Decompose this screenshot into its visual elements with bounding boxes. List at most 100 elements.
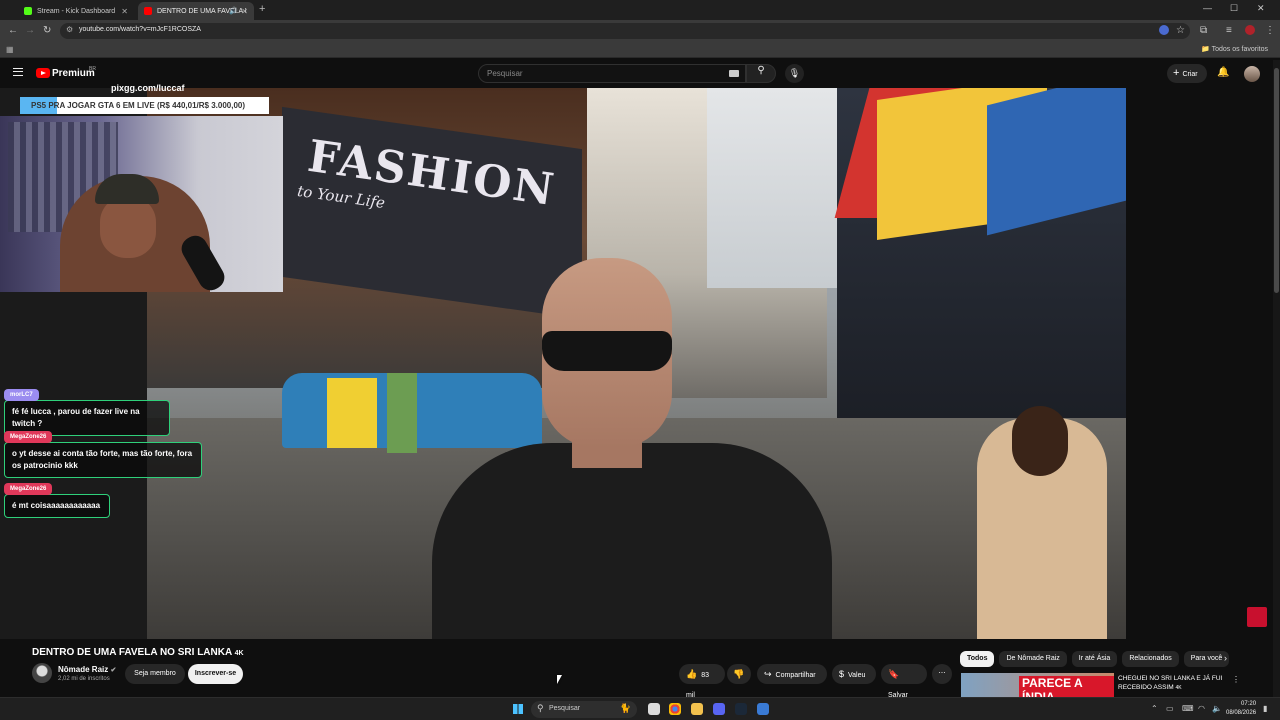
forward-icon[interactable]: →: [25, 25, 35, 36]
windows-start-icon[interactable]: [513, 704, 523, 714]
dislike-button[interactable]: 👎: [727, 664, 751, 684]
file-explorer-icon[interactable]: [691, 703, 703, 715]
recommended-thumbnail[interactable]: PARECE A ÍNDIA: [961, 673, 1114, 697]
page-scrollbar[interactable]: [1273, 60, 1280, 700]
close-tab-icon[interactable]: ✕: [121, 7, 128, 16]
speaker-icon[interactable]: 🔊: [229, 7, 238, 15]
subscribe-button[interactable]: Inscrever-se: [188, 664, 243, 684]
taskbar-search[interactable]: ⚲ Pesquisar 🐈: [531, 701, 637, 718]
chip-channel[interactable]: De Nômade Raiz: [999, 651, 1067, 667]
chrome-icon[interactable]: [669, 703, 681, 715]
create-label: Criar: [1182, 71, 1198, 78]
save-button[interactable]: 🔖Salvar: [881, 664, 927, 699]
chip-todos[interactable]: Todos: [960, 651, 995, 667]
account-avatar[interactable]: [1244, 66, 1260, 82]
browser-menu-icon[interactable]: ⋮: [1265, 25, 1275, 36]
menu-hamburger-icon[interactable]: [13, 68, 23, 76]
all-bookmarks-folder[interactable]: 📁 Todos os favoritos: [1201, 45, 1268, 53]
search-highlight-icon: 🐈: [619, 703, 631, 713]
green-clothes: [387, 373, 417, 453]
plus-icon: +: [1173, 67, 1180, 79]
system-clock[interactable]: 07:20 08/08/2026: [1226, 700, 1256, 718]
task-view-icon[interactable]: [648, 703, 660, 715]
bystander-head: [1012, 406, 1068, 476]
share-icon: ↪: [764, 669, 772, 679]
tab-title: Stream - Kick Dashboard: [37, 7, 116, 15]
more-vertical-icon[interactable]: ⋮: [1232, 675, 1240, 684]
search-input[interactable]: Pesquisar: [478, 64, 746, 83]
channel-avatar[interactable]: [32, 663, 52, 683]
discord-icon[interactable]: [713, 703, 725, 715]
more-actions-button[interactable]: ⋯: [932, 664, 952, 684]
wifi-icon[interactable]: ◠: [1198, 704, 1205, 713]
presenter-body: [432, 443, 832, 639]
site-info-icon[interactable]: ⚙: [66, 25, 73, 34]
network-icon[interactable]: ▭: [1166, 704, 1174, 713]
address-toolbar: ← → ↻ ⚙ youtube.com/watch?v=mJcF1RCOSZA …: [0, 20, 1280, 42]
search-placeholder: Pesquisar: [487, 69, 523, 78]
recommended-title-text: CHEGUEI NO SRI LANKA E JÁ FUI RECEBIDO A…: [1118, 675, 1223, 691]
bookmark-star-icon[interactable]: ☆: [1176, 25, 1185, 36]
media-control-icon[interactable]: ≡: [1226, 25, 1232, 36]
create-button[interactable]: + Criar: [1167, 64, 1207, 83]
tab-youtube-video[interactable]: DENTRO DE UMA FAVELA I 🔊 ✕: [138, 2, 254, 20]
youtube-header: Premium BR Pesquisar ⚲ 🎙 + Criar 🔔: [0, 58, 1280, 88]
donation-goal-text: PS5 PRA JOGAR GTA 6 EM LIVE (R$ 440,01/R…: [31, 101, 246, 110]
chip-asia[interactable]: Ir até Ásia: [1071, 651, 1118, 667]
new-tab-button[interactable]: +: [259, 3, 265, 15]
close-tab-icon[interactable]: ✕: [241, 7, 248, 16]
notifications-bell-icon[interactable]: 🔔: [1217, 67, 1229, 78]
mouse-cursor-icon: [557, 675, 562, 684]
chip-related[interactable]: Relacionados: [1122, 651, 1179, 667]
steam-icon[interactable]: [735, 703, 747, 715]
channel-name[interactable]: Nômade Raiz ✔: [58, 665, 116, 674]
chip-for-you[interactable]: Para você: [1183, 651, 1230, 667]
volume-icon[interactable]: 🔈: [1212, 704, 1222, 713]
keyboard-icon[interactable]: [729, 70, 739, 77]
reload-icon[interactable]: ↻: [43, 25, 51, 36]
apps-grid-icon[interactable]: ▦: [6, 45, 14, 54]
tab-kick-dashboard[interactable]: Stream - Kick Dashboard ✕: [18, 2, 134, 20]
recommended-title[interactable]: CHEGUEI NO SRI LANKA E JÁ FUI RECEBIDO A…: [1118, 674, 1228, 693]
extensions-icon[interactable]: ⧉: [1200, 25, 1207, 36]
thanks-icon: $: [839, 669, 845, 679]
chevron-right-icon[interactable]: ›: [1224, 653, 1227, 663]
language-icon[interactable]: ⌨: [1182, 704, 1194, 713]
minimize-icon[interactable]: —: [1203, 3, 1212, 13]
search-icon: ⚲: [757, 65, 765, 76]
join-button[interactable]: Seja membro: [125, 664, 185, 684]
tray-expand-icon[interactable]: ⌃: [1151, 704, 1158, 713]
subscriber-count: 2,02 mi de inscritos: [58, 676, 110, 682]
clock-time: 07:20: [1241, 701, 1257, 707]
voice-search-button[interactable]: 🎙: [785, 64, 804, 83]
scrollbar-thumb[interactable]: [1274, 68, 1279, 293]
video-title-text: DENTRO DE UMA FAVELA NO SRI LANKA: [32, 647, 232, 658]
streamer-webcam: [0, 116, 283, 292]
url-bar[interactable]: ⚙ youtube.com/watch?v=mJcF1RCOSZA: [60, 23, 1190, 39]
notification-center-icon[interactable]: ▮: [1263, 704, 1267, 713]
close-window-icon[interactable]: ✕: [1257, 3, 1265, 14]
clock-date: 08/08/2026: [1226, 710, 1257, 716]
chat-username: MegaZone26: [4, 483, 53, 495]
maximize-icon[interactable]: ☐: [1230, 3, 1238, 14]
calculator-icon[interactable]: [757, 703, 769, 715]
thanks-button[interactable]: $ Valeu: [832, 664, 876, 684]
youtube-logo-icon[interactable]: [36, 68, 50, 78]
all-bookmarks-label: Todos os favoritos: [1211, 46, 1268, 53]
profile-icon[interactable]: [1245, 25, 1255, 35]
back-icon[interactable]: ←: [8, 25, 18, 36]
thumbs-up-icon: 👍: [686, 669, 698, 679]
country-code: BR: [89, 66, 96, 72]
search-button[interactable]: ⚲: [746, 64, 776, 83]
pix-link: pixgg.com/luccaf: [111, 83, 185, 93]
like-button[interactable]: 👍 83 mil: [679, 664, 725, 699]
thumbs-down-icon: 👎: [733, 669, 745, 679]
channel-watermark-icon[interactable]: [1247, 607, 1267, 627]
more-horizontal-icon: ⋯: [938, 670, 946, 677]
donation-goal-bar: PS5 PRA JOGAR GTA 6 EM LIVE (R$ 440,01/R…: [20, 97, 269, 114]
yellow-clothes: [327, 378, 377, 448]
chat-text: o yt desse ai conta tão forte, mas tão f…: [4, 442, 202, 478]
verified-icon: ✔: [110, 667, 117, 674]
share-button[interactable]: ↪ Compartilhar: [757, 664, 827, 684]
translate-icon[interactable]: [1159, 25, 1169, 35]
